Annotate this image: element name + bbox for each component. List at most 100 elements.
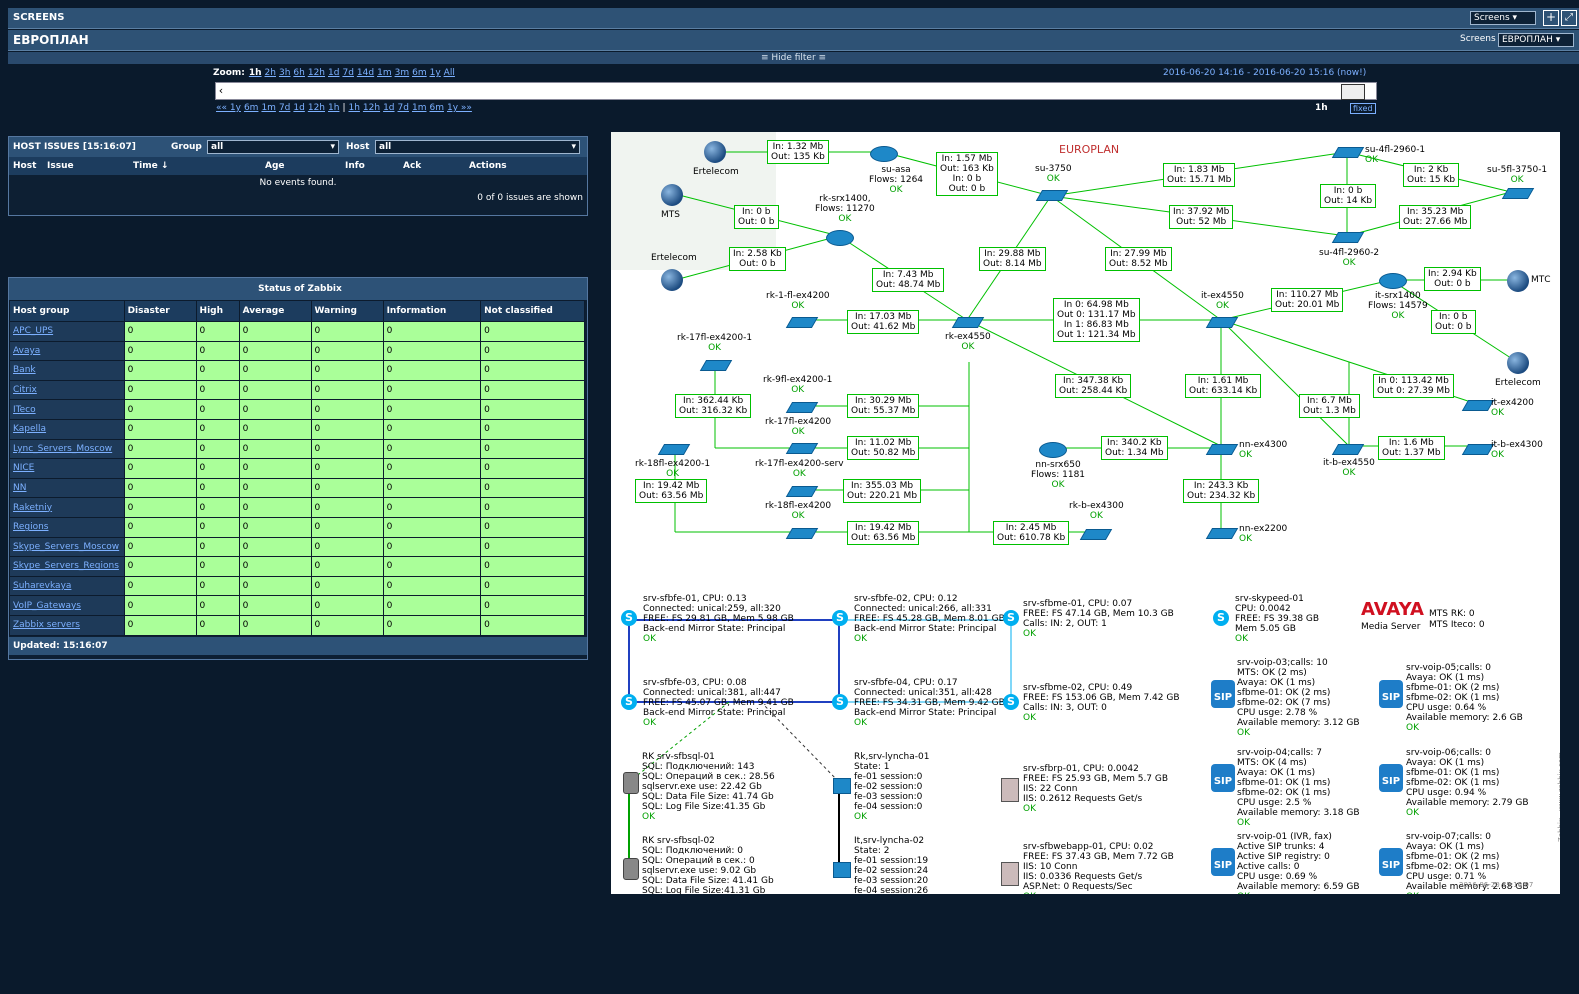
timeline-scrollbar[interactable]: ‹	[215, 82, 1377, 100]
period-option[interactable]: 6m	[429, 103, 444, 113]
sip-icon[interactable]: SIP	[1211, 848, 1235, 876]
severity-count: 0	[382, 556, 482, 577]
host-group-link[interactable]: Raketniy	[9, 497, 125, 518]
host-group-link[interactable]: APC_UPS	[9, 321, 125, 342]
zoom-option[interactable]: 1y	[430, 68, 441, 78]
scroll-left-icon[interactable]: ‹	[216, 83, 226, 99]
skype-icon[interactable]: S	[832, 610, 848, 626]
period-option[interactable]: 1m	[261, 103, 276, 113]
period-option[interactable]: 1y »»	[447, 103, 472, 113]
sip-icon[interactable]: SIP	[1211, 680, 1235, 708]
map-node-label: rk-17fl-ex4200 OK	[765, 417, 832, 437]
load-balancer-icon[interactable]	[833, 778, 851, 794]
host-group-link[interactable]: Suharevkaya	[9, 575, 125, 597]
router-icon[interactable]	[826, 230, 854, 246]
map-node-label: su-5fl-3750-1 OK	[1487, 165, 1548, 185]
zoom-option[interactable]: 1m	[377, 68, 392, 78]
zoom-bar: Zoom: 1h 2h 3h 6h 12h 1d 7d 14d 1m 3m 6m 1y All	[213, 68, 455, 78]
router-icon[interactable]	[1379, 273, 1407, 289]
skype-icon[interactable]: S	[621, 694, 637, 710]
zoom-option[interactable]: All	[444, 68, 455, 78]
zoom-option[interactable]: 1h	[249, 68, 262, 78]
timeline-handle[interactable]	[1341, 84, 1365, 100]
period-option[interactable]: «« 1y	[216, 103, 241, 113]
globe-icon[interactable]	[661, 184, 683, 206]
host-group-link[interactable]: Kapella	[9, 418, 125, 440]
zoom-option[interactable]: 2h	[265, 68, 276, 78]
group-select[interactable]: all ▾	[207, 140, 339, 154]
host-group-link[interactable]: VoIP_Gateways	[9, 595, 125, 616]
globe-icon[interactable]	[1507, 352, 1529, 374]
router-icon[interactable]	[870, 146, 898, 162]
no-events: No events found.	[259, 178, 337, 188]
host-group-link[interactable]: Skype_Servers_Regions	[9, 556, 125, 577]
sip-icon[interactable]: SIP	[1379, 764, 1403, 792]
router-icon[interactable]	[1039, 442, 1067, 458]
load-balancer-icon[interactable]	[833, 862, 851, 878]
period-option[interactable]: 7d	[398, 103, 409, 113]
host-group-link[interactable]: Zabbix servers	[9, 614, 125, 636]
skype-icon[interactable]: S	[1213, 610, 1229, 626]
skype-icon[interactable]: S	[1003, 694, 1019, 710]
sip-icon[interactable]: SIP	[1211, 764, 1235, 792]
host-group-link[interactable]: Regions	[9, 516, 125, 538]
skype-icon[interactable]: S	[832, 694, 848, 710]
zoom-option[interactable]: 1d	[328, 68, 339, 78]
map-node-label: su-asa Flows: 1264 OK	[869, 165, 924, 195]
severity-count: 0	[310, 321, 384, 342]
screens-select[interactable]: Screens ▾	[1470, 11, 1536, 25]
zoom-option[interactable]: 12h	[308, 68, 325, 78]
issues-column-header[interactable]: Time ↓	[133, 157, 168, 175]
period-nav: «« 1y 6m 1m 7d 1d 12h 1h | 1h 12h 1d 7d 1m 6m 1y »»	[216, 103, 475, 113]
host-select[interactable]: all ▾	[375, 140, 580, 154]
link-label: In: 2.45 Mb Out: 610.78 Kb	[993, 521, 1070, 545]
skype-icon[interactable]: S	[1003, 610, 1019, 626]
server-icon[interactable]	[1001, 778, 1019, 802]
severity-count: 0	[123, 536, 197, 558]
fullscreen-icon[interactable]: ⤢	[1561, 10, 1577, 26]
host-group-link[interactable]: NN	[9, 477, 125, 499]
hide-filter-toggle[interactable]: ≡ Hide filter ≡	[8, 52, 1579, 64]
fixed-toggle[interactable]: fixed	[1350, 103, 1376, 114]
table-row: Avaya 0 0 0 0 0 0	[9, 340, 585, 362]
period-option[interactable]: 12h	[363, 103, 380, 113]
period-option[interactable]: 7d	[279, 103, 290, 113]
period-option[interactable]: 1d	[293, 103, 304, 113]
period-option[interactable]: 1d	[383, 103, 394, 113]
host-group-link[interactable]: Skype_Servers_Moscow	[9, 536, 125, 558]
host-group-link[interactable]: Citrix	[9, 379, 125, 401]
period-option[interactable]: 12h	[308, 103, 325, 113]
zoom-option[interactable]: 6h	[293, 68, 304, 78]
host-group-link[interactable]: Avaya	[9, 340, 125, 362]
zoom-option[interactable]: 7d	[342, 68, 353, 78]
host-group-link[interactable]: NICE	[9, 458, 125, 479]
period-option[interactable]: 6m	[244, 103, 259, 113]
screen-select[interactable]: ЕВРОПЛАН ▾	[1498, 33, 1574, 47]
link-label: In: 7.43 Mb Out: 48.74 Mb	[872, 268, 945, 292]
sip-icon[interactable]: SIP	[1379, 848, 1403, 876]
zoom-option[interactable]: 14d	[357, 68, 374, 78]
host-group-link[interactable]: ITeco	[9, 399, 125, 420]
period-option[interactable]: 1m	[412, 103, 427, 113]
add-icon[interactable]: +	[1543, 10, 1559, 26]
globe-icon[interactable]	[661, 269, 683, 291]
severity-count: 0	[238, 458, 312, 479]
period-option[interactable]: 1h	[348, 103, 359, 113]
zoom-option[interactable]: 6m	[412, 68, 427, 78]
skype-icon[interactable]: S	[621, 610, 637, 626]
zoom-option[interactable]: 3h	[279, 68, 290, 78]
globe-icon[interactable]	[1507, 270, 1529, 292]
period-option[interactable]: 1h	[328, 103, 339, 113]
database-icon[interactable]	[623, 772, 639, 794]
network-map[interactable]: EUROPLAN Ertelecom MTS Ertelecom su-asa Flow…	[611, 132, 1560, 894]
sip-icon[interactable]: SIP	[1379, 680, 1403, 708]
server-icon[interactable]	[1001, 862, 1019, 886]
globe-icon[interactable]	[704, 141, 726, 163]
host-group-link[interactable]: Lync_Servers_Moscow	[9, 438, 125, 460]
zoom-option[interactable]: 3m	[395, 68, 410, 78]
link-label: In: 355.03 Mb Out: 220.21 Mb	[843, 479, 922, 503]
link-label: In: 27.99 Mb Out: 8.52 Mb	[1105, 247, 1172, 271]
host-group-link[interactable]: Bank	[9, 360, 125, 381]
severity-count: 0	[123, 556, 197, 577]
database-icon[interactable]	[623, 858, 639, 880]
